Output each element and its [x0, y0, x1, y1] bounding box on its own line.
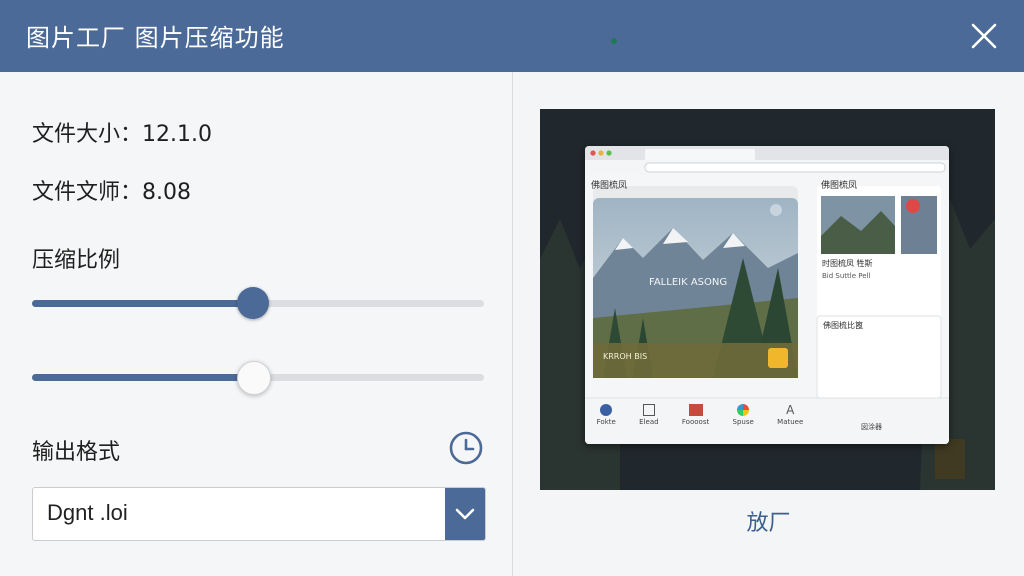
dock-item: Fokte	[597, 404, 616, 426]
compression-label: 压缩比例	[32, 248, 121, 273]
close-icon	[971, 23, 997, 49]
quality-slider[interactable]	[32, 361, 484, 395]
dock-item: Spuse	[733, 404, 754, 426]
banner-bottom-left: KRROH BIS	[603, 352, 648, 361]
chevron-down-icon	[455, 508, 475, 520]
file-other-row: 文件文师：8.08	[32, 174, 191, 206]
dock-label: Elead	[639, 418, 659, 426]
dock-icon	[737, 404, 750, 416]
output-format-label: 输出格式	[32, 440, 121, 465]
close-button[interactable]	[964, 16, 1004, 56]
mountain-banner	[593, 198, 798, 378]
output-format-select[interactable]: Dgnt .loi	[32, 487, 486, 541]
slider-thumb[interactable]	[237, 287, 270, 319]
file-size-value: 12.1.0	[142, 122, 212, 147]
file-other-label: 文件文师：	[32, 180, 143, 205]
dock: Fokte Elead Foooost Spuse A Matuee	[585, 404, 815, 426]
output-format-value: Dgnt .loi	[47, 500, 128, 525]
card-title: 时图梳凤 牲斯	[822, 259, 873, 268]
dock-item: Foooost	[682, 404, 709, 426]
card-thumbnails	[821, 196, 937, 254]
dock-label: Fokte	[596, 418, 616, 426]
panel-title: 佛图梳比篦	[823, 321, 863, 330]
preview-panel: 佛图梳凤 FALLEIK ASONG KRROH BIS 佛图梳凤 时图梳凤 牲…	[513, 72, 1024, 576]
preview-image[interactable]: 佛图梳凤 FALLEIK ASONG KRROH BIS 佛图梳凤 时图梳凤 牲…	[540, 109, 995, 490]
banner-text: FALLEIK ASONG	[649, 277, 728, 288]
dock-right-label: 図涂器	[861, 423, 882, 431]
dock-label: Spuse	[732, 418, 754, 426]
history-button[interactable]	[448, 430, 484, 466]
dock-label: Matuee	[777, 418, 804, 426]
zoom-link[interactable]: 放厂	[513, 505, 1024, 537]
section-left-title: 佛图梳凤	[591, 181, 628, 191]
browser-screenshot: 佛图梳凤 FALLEIK ASONG KRROH BIS 佛图梳凤 时图梳凤 牲…	[585, 146, 949, 444]
dock-item: Elead	[639, 404, 659, 426]
settings-panel: 文件大小：12.1.0 文件文师：8.08 压缩比例 输出格式 Dgnt .lo…	[0, 72, 512, 576]
status-dot	[611, 38, 617, 44]
history-icon	[449, 431, 483, 465]
file-size-label: 文件大小：	[32, 122, 143, 147]
window-title: 图片工厂 图片压缩功能	[26, 24, 285, 52]
dock-icon	[642, 404, 655, 416]
dock-item: A Matuee	[777, 404, 803, 426]
dock-icon	[600, 404, 613, 416]
slider-fill	[32, 300, 254, 307]
dock-icon: A	[786, 403, 795, 417]
slider-fill	[32, 374, 254, 381]
dock-icon	[688, 404, 703, 416]
dock-label: Foooost	[681, 418, 710, 426]
card-subtitle: Bid Suttle Pell	[822, 272, 871, 280]
title-bar: 图片工厂 图片压缩功能	[0, 0, 1024, 72]
file-other-value: 8.08	[142, 180, 191, 205]
file-size-row: 文件大小：12.1.0	[32, 116, 212, 148]
section-right-title: 佛图梳凤	[821, 181, 858, 191]
slider-thumb[interactable]	[237, 361, 272, 395]
dropdown-button[interactable]	[445, 488, 485, 540]
compression-slider[interactable]	[32, 287, 484, 319]
